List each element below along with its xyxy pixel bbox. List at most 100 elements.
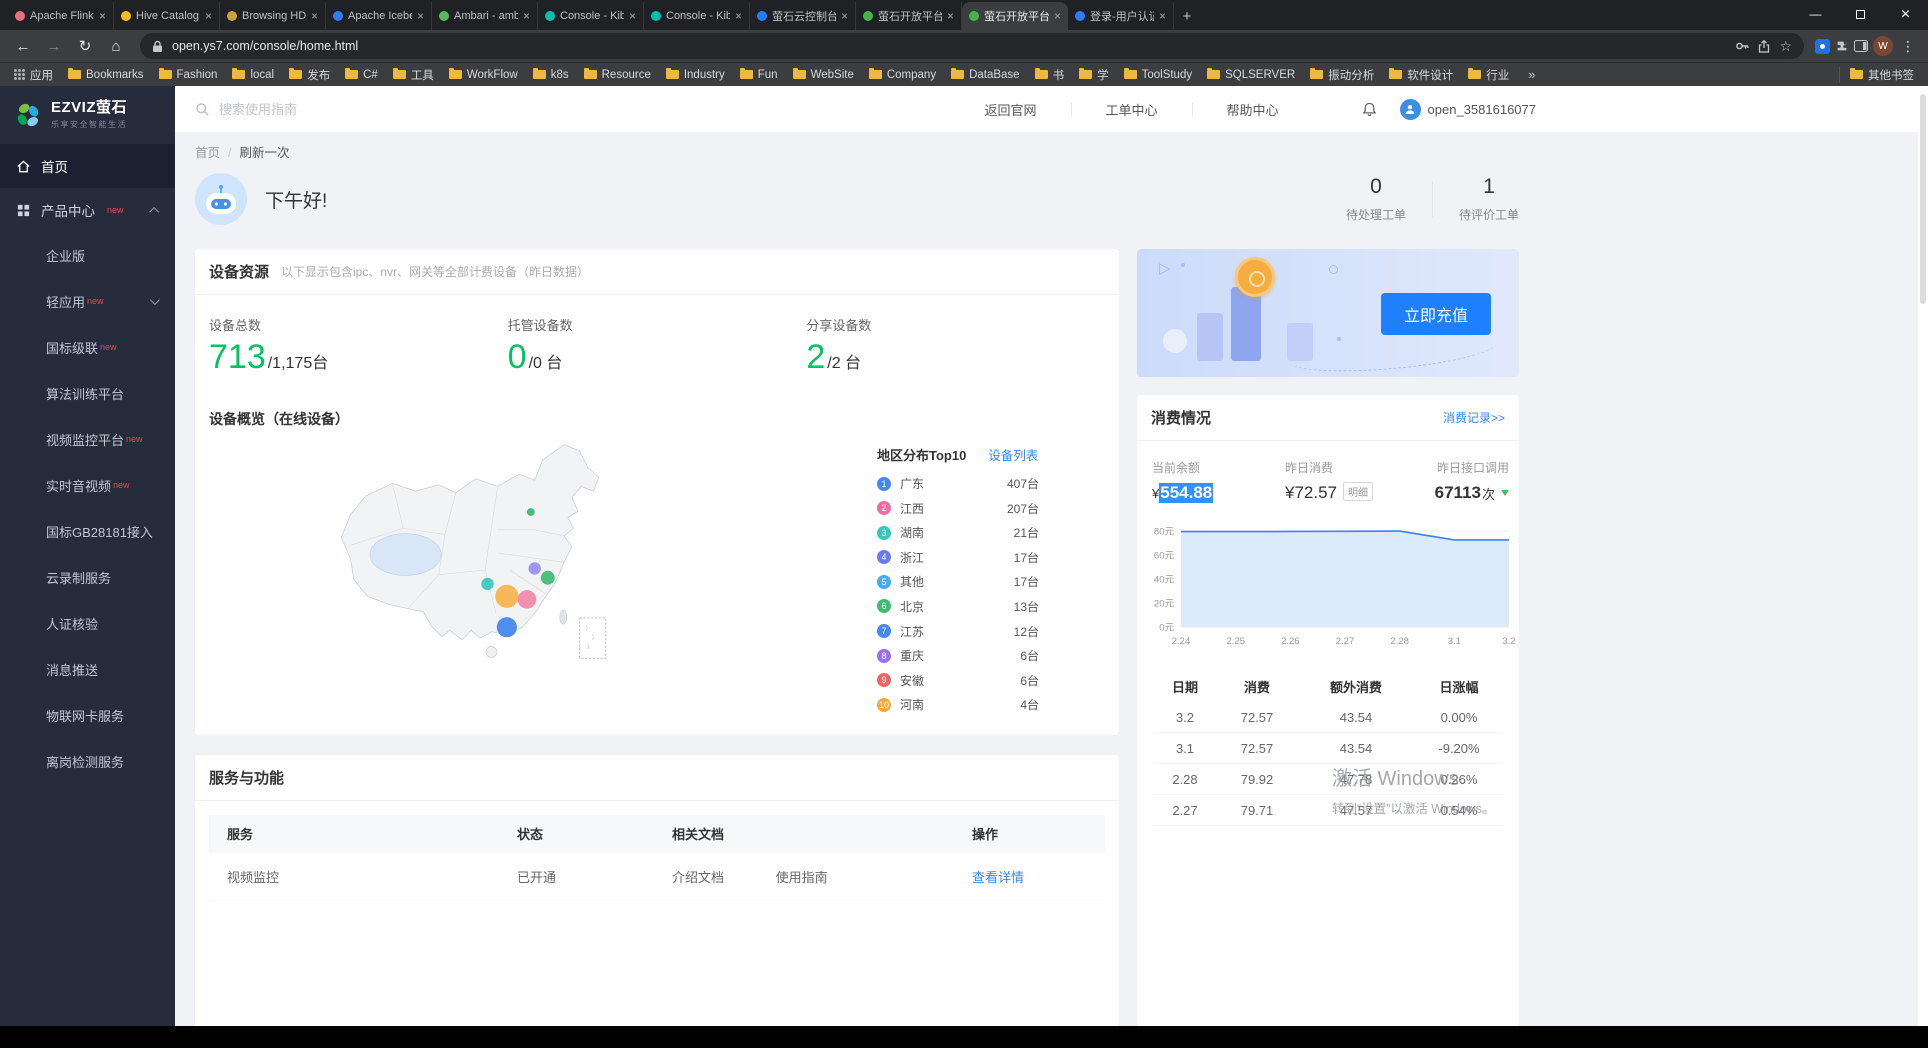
bookmark-item[interactable]: WebSite: [793, 69, 854, 81]
minimize-button[interactable]: —: [1793, 0, 1838, 28]
tab-close-button[interactable]: ×: [735, 9, 742, 23]
bookmark-item[interactable]: Bookmarks: [68, 69, 144, 81]
tab-close-button[interactable]: ×: [629, 9, 636, 23]
consumption-records-link[interactable]: 消费记录>>: [1443, 409, 1505, 426]
windows-taskbar[interactable]: [0, 1026, 1928, 1048]
ezviz-logo[interactable]: EZVIZ萤石 乐享安全智能生活: [0, 86, 175, 144]
sidebar-item-product-center[interactable]: 产品中心 new: [0, 188, 175, 232]
bookmark-item[interactable]: Resource: [584, 69, 651, 81]
user-menu[interactable]: open_3581616077: [1400, 99, 1536, 120]
bookmark-item[interactable]: 书: [1035, 67, 1065, 83]
bookmark-item[interactable]: local: [232, 69, 274, 81]
device-list-link[interactable]: 设备列表: [988, 445, 1038, 464]
extensions-puzzle-icon[interactable]: [1835, 39, 1849, 53]
sidebar-subitem[interactable]: 国标GB28181接入: [0, 508, 175, 554]
browser-tab[interactable]: 萤石开放平台-×: [856, 2, 962, 30]
browser-tab[interactable]: 登录-用户认证×: [1068, 2, 1174, 30]
sidebar-subitem[interactable]: 轻应用new: [0, 278, 175, 324]
browser-tab[interactable]: 萤石开放平台-首×: [962, 2, 1068, 30]
guide-search[interactable]: [195, 102, 419, 117]
bookmark-item[interactable]: 行业: [1468, 67, 1509, 83]
share-icon[interactable]: [1758, 40, 1770, 53]
tab-close-button[interactable]: ×: [1159, 9, 1166, 23]
bookmark-item[interactable]: 振动分析: [1310, 67, 1374, 83]
browser-tab[interactable]: Ambari - amba×: [432, 2, 538, 30]
bookmark-item[interactable]: ToolStudy: [1124, 69, 1193, 81]
detail-tag[interactable]: 明细: [1343, 482, 1373, 501]
profile-avatar[interactable]: W: [1873, 36, 1893, 56]
work-order-link[interactable]: 工单中心: [1072, 100, 1192, 119]
browser-tab[interactable]: Browsing HDF×: [220, 2, 326, 30]
intro-doc-link[interactable]: 介绍文档: [672, 870, 724, 885]
sidebar-subitem[interactable]: 企业版: [0, 232, 175, 278]
maximize-button[interactable]: [1838, 0, 1883, 28]
bookmark-item[interactable]: Company: [869, 69, 936, 81]
browser-tab[interactable]: Console - Kiba×: [538, 2, 644, 30]
browser-tab[interactable]: Hive Catalog |×: [114, 2, 220, 30]
bookmark-item[interactable]: 工具: [393, 67, 434, 83]
bookmark-item[interactable]: Fashion: [159, 69, 218, 81]
browser-menu-icon[interactable]: ⋮: [1898, 38, 1918, 55]
bookmarks-overflow-chevron[interactable]: »: [1528, 67, 1535, 82]
bookmark-item[interactable]: 软件设计: [1389, 67, 1453, 83]
bookmark-item[interactable]: Fun: [740, 69, 778, 81]
notification-bell-icon[interactable]: [1361, 101, 1378, 118]
address-bar[interactable]: open.ys7.com/console/home.html ☆: [140, 33, 1804, 59]
reload-button[interactable]: ↻: [72, 33, 98, 59]
sidebar-subitem[interactable]: 实时音视频new: [0, 462, 175, 508]
scrollbar-thumb[interactable]: [1920, 94, 1926, 304]
tab-close-button[interactable]: ×: [1054, 9, 1061, 23]
sidebar-subitem[interactable]: 离岗检测服务: [0, 738, 175, 784]
sidebar-subitem[interactable]: 国标级联new: [0, 324, 175, 370]
tab-close-button[interactable]: ×: [99, 9, 106, 23]
key-icon[interactable]: [1735, 39, 1749, 53]
sidebar-subitem[interactable]: 视频监控平台new: [0, 416, 175, 462]
pending-tickets-stat[interactable]: 0 待处理工单: [1346, 175, 1406, 223]
bookmark-item[interactable]: Industry: [666, 69, 725, 81]
tab-close-button[interactable]: ×: [523, 9, 530, 23]
sidebar-item-home[interactable]: 首页: [0, 144, 175, 188]
other-bookmarks[interactable]: 其他书签: [1839, 67, 1914, 83]
browser-tab[interactable]: Apache Flink W×: [8, 2, 114, 30]
tab-close-button[interactable]: ×: [417, 9, 424, 23]
new-tab-button[interactable]: +: [1174, 3, 1200, 29]
bookmark-item[interactable]: 学: [1079, 67, 1109, 83]
official-site-link[interactable]: 返回官网: [951, 100, 1071, 119]
bookmark-item[interactable]: k8s: [533, 69, 569, 81]
extension-icon[interactable]: [1815, 39, 1830, 54]
help-center-link[interactable]: 帮助中心: [1193, 100, 1313, 119]
bookmark-item[interactable]: C#: [345, 69, 378, 81]
bookmark-item[interactable]: WorkFlow: [449, 69, 518, 81]
tab-close-button[interactable]: ×: [205, 9, 212, 23]
back-button[interactable]: ←: [10, 33, 36, 59]
bookmark-star-icon[interactable]: ☆: [1779, 38, 1792, 55]
review-tickets-stat[interactable]: 1 待评价工单: [1459, 175, 1519, 223]
sidebar-subitem[interactable]: 物联网卡服务: [0, 692, 175, 738]
browser-home-button[interactable]: ⌂: [103, 33, 129, 59]
side-panel-icon[interactable]: [1854, 40, 1868, 52]
browser-tab[interactable]: Apache Iceber×: [326, 2, 432, 30]
tab-region-top10[interactable]: 地区分布Top10: [877, 445, 966, 464]
sidebar-subitem[interactable]: 人证核验: [0, 600, 175, 646]
bookmark-item[interactable]: SQLSERVER: [1207, 69, 1295, 81]
sidebar-subitem[interactable]: 云录制服务: [0, 554, 175, 600]
browser-tab[interactable]: 萤石云控制台_E×: [750, 2, 856, 30]
bookmark-item[interactable]: DataBase: [951, 69, 1020, 81]
bookmark-item[interactable]: 发布: [289, 67, 330, 83]
sidebar-subitem[interactable]: 消息推送: [0, 646, 175, 692]
sidebar-subitem[interactable]: 算法训练平台: [0, 370, 175, 416]
caret-down-icon[interactable]: [1501, 490, 1509, 496]
browser-tab[interactable]: Console - Kiba×: [644, 2, 750, 30]
view-details-link[interactable]: 查看详情: [972, 870, 1024, 885]
tab-close-button[interactable]: ×: [947, 9, 954, 23]
breadcrumb-root[interactable]: 首页: [195, 146, 220, 160]
close-button[interactable]: ✕: [1883, 0, 1928, 28]
search-input[interactable]: [219, 102, 419, 117]
recharge-button[interactable]: 立即充值: [1381, 293, 1491, 335]
usage-guide-link[interactable]: 使用指南: [776, 870, 828, 885]
page-scrollbar[interactable]: [1918, 86, 1928, 1026]
tab-close-button[interactable]: ×: [841, 9, 848, 23]
bookmark-item[interactable]: 应用: [14, 67, 53, 83]
tab-close-button[interactable]: ×: [311, 9, 318, 23]
forward-button[interactable]: →: [41, 33, 67, 59]
